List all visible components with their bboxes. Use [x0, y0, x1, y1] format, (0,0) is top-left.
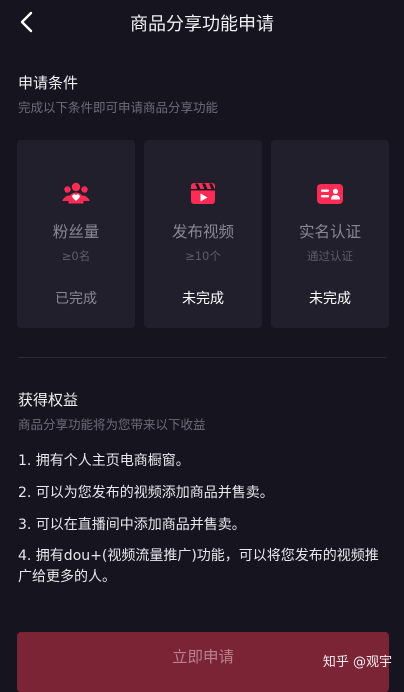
benefit-item: 3. 可以在直播间中添加商品并售卖。 — [18, 517, 246, 533]
header: 商品分享功能申请 — [0, 0, 404, 46]
page-title: 商品分享功能申请 — [130, 14, 274, 35]
watermark: 知乎 @观宇 — [322, 655, 392, 670]
video-icon — [191, 183, 215, 204]
condition-status: 未完成 — [182, 291, 224, 307]
benefit-item: 2. 可以为您发布的视频添加商品并售卖。 — [18, 485, 274, 501]
divider — [18, 357, 386, 358]
conditions-subtitle: 完成以下条件即可申请商品分享功能 — [18, 100, 219, 115]
benefits-subtitle: 商品分享功能将为您带来以下收益 — [18, 417, 206, 432]
benefits-title: 获得权益 — [18, 391, 79, 409]
condition-name: 实名认证 — [298, 223, 361, 241]
condition-name: 粉丝量 — [52, 223, 100, 241]
condition-name: 发布视频 — [171, 223, 234, 241]
conditions-title: 申请条件 — [18, 74, 79, 92]
condition-card-realname: 实名认证 通过认证 未完成 — [271, 140, 389, 328]
condition-requirement: ≥0名 — [61, 249, 91, 263]
benefit-item: 1. 拥有个人主页电商橱窗。 — [18, 453, 190, 469]
condition-card-videos: 发布视频 ≥10个 未完成 — [144, 140, 262, 328]
fans-icon — [62, 182, 90, 204]
condition-card-fans: 粉丝量 ≥0名 已完成 — [17, 140, 135, 328]
benefit-item: 4. 拥有dou+(视频流量推广)功能，可以将您发布的视频推广给更多的人。 — [18, 548, 379, 585]
condition-status: 未完成 — [309, 291, 351, 307]
id-card-icon — [317, 184, 343, 204]
condition-status: 已完成 — [55, 291, 97, 307]
condition-requirement: 通过认证 — [307, 249, 353, 263]
condition-requirement: ≥10个 — [185, 249, 221, 263]
